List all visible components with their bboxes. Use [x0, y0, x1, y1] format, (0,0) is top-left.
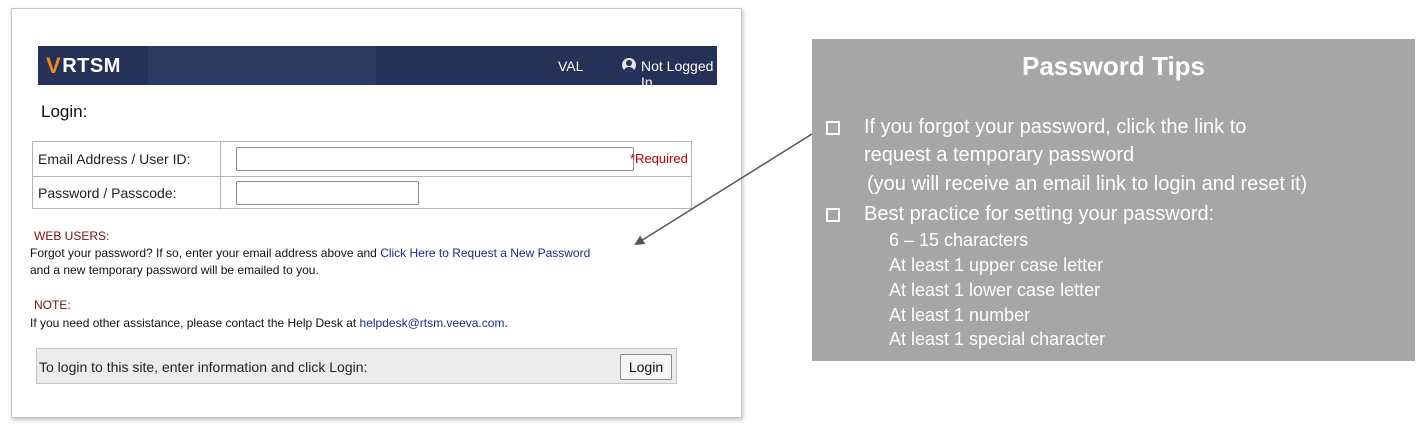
tip-1-line-3: (you will receive an email link to login… [867, 173, 1308, 195]
helpdesk-email-link[interactable]: helpdesk@rtsm.veeva.com [360, 316, 505, 330]
checkbox-icon [826, 208, 840, 222]
password-input[interactable] [236, 181, 419, 205]
note-prefix: If you need other assistance, please con… [30, 316, 360, 330]
logo-mark: V [46, 53, 62, 78]
login-screenshot: V RTSM VAL Not Logged In Login: Email Ad… [11, 8, 742, 418]
app-header: V RTSM VAL Not Logged In [38, 46, 717, 90]
required-indicator: *Required [630, 151, 688, 166]
tip-1-line-2: request a temporary password [864, 144, 1135, 166]
login-footer: To login to this site, enter information… [36, 348, 677, 384]
password-rule: At least 1 special character [889, 329, 1106, 349]
login-button[interactable]: Login [620, 354, 672, 380]
email-input[interactable] [236, 147, 634, 171]
user-icon-head [626, 60, 632, 66]
footer-instructions: To login to this site, enter information… [39, 359, 368, 375]
password-label: Password / Passcode: [33, 176, 221, 210]
app-logo[interactable]: V RTSM [46, 53, 121, 78]
note-title: NOTE: [34, 298, 71, 312]
forgot-password-text: Forgot your password? If so, enter your … [30, 246, 590, 260]
tip-1-line-1: If you forgot your password, click the l… [864, 116, 1247, 138]
checkbox-icon [826, 121, 840, 135]
password-rule: 6 – 15 characters [889, 230, 1029, 250]
email-label: Email Address / User ID: [33, 142, 221, 176]
tip-2: Best practice for setting your password: [864, 203, 1215, 225]
password-rule: At least 1 upper case letter [889, 255, 1104, 275]
password-row: Password / Passcode: [33, 176, 691, 210]
user-icon [622, 58, 636, 72]
user-icon-body [624, 67, 634, 72]
tips-title: Password Tips [1021, 51, 1206, 81]
note-suffix: . [504, 316, 508, 330]
forgot-password-text-2: and a new temporary password will be ema… [30, 263, 319, 277]
email-row: Email Address / User ID: *Required [33, 142, 691, 177]
request-password-link[interactable]: Click Here to Request a New Password [380, 246, 590, 260]
header-shade [148, 46, 376, 85]
password-rule: At least 1 lower case letter [889, 280, 1101, 300]
note-text: If you need other assistance, please con… [30, 316, 508, 330]
login-status: Not Logged In [641, 58, 714, 90]
environment-label: VAL [558, 58, 584, 74]
password-tips-panel: Password Tips If you forgot your passwor… [812, 39, 1415, 361]
password-rule: At least 1 number [889, 305, 1031, 325]
login-form: Email Address / User ID: *Required Passw… [32, 141, 692, 210]
web-users-title: WEB USERS: [34, 229, 110, 243]
page-title: Login: [41, 102, 88, 121]
forgot-password-prefix: Forgot your password? If so, enter your … [30, 246, 381, 260]
logo-text: RTSM [62, 54, 121, 77]
